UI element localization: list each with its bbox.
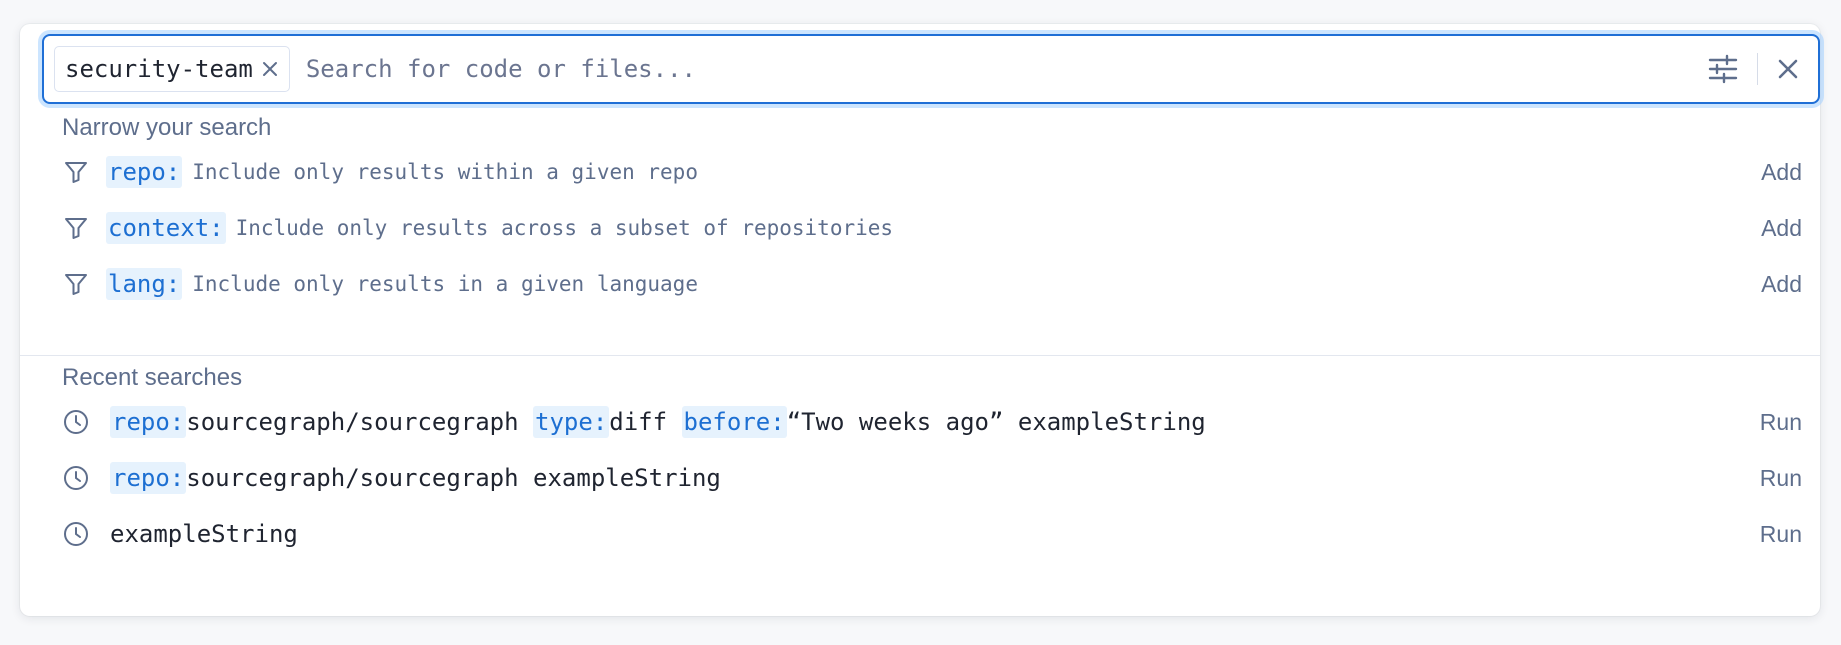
clock-icon xyxy=(62,520,90,548)
filter-keyword: context: xyxy=(106,212,226,244)
filter-description: Include only results within a given repo xyxy=(192,160,698,184)
narrow-item-lang[interactable]: lang: Include only results in a given la… xyxy=(62,261,1802,307)
clear-search-close-icon[interactable] xyxy=(1776,57,1800,81)
add-filter-button[interactable]: Add xyxy=(1761,271,1802,298)
section-divider xyxy=(20,355,1820,356)
narrow-item-repo[interactable]: repo: Include only results within a give… xyxy=(62,149,1802,195)
clock-icon xyxy=(62,464,90,492)
run-search-button[interactable]: Run xyxy=(1760,465,1802,492)
query-text: exampleString xyxy=(110,520,298,548)
query-text: “Two weeks ago” exampleString xyxy=(786,408,1206,436)
context-chip-label: security-team xyxy=(65,55,253,83)
run-search-button[interactable]: Run xyxy=(1760,409,1802,436)
recent-section-title: Recent searches xyxy=(62,364,243,391)
filter-keyword: lang: xyxy=(106,268,183,300)
add-filter-button[interactable]: Add xyxy=(1761,159,1802,186)
add-filter-button[interactable]: Add xyxy=(1761,215,1802,242)
filter-description: Include only results in a given language xyxy=(192,272,698,296)
filter-icon xyxy=(62,215,90,241)
query-keyword: repo: xyxy=(110,462,187,494)
close-icon[interactable] xyxy=(261,60,279,78)
search-input[interactable] xyxy=(305,46,1707,92)
narrow-section-title: Narrow your search xyxy=(62,114,272,141)
query-keyword: type: xyxy=(533,406,610,438)
toolbar-divider xyxy=(1757,53,1758,85)
filter-icon xyxy=(62,159,90,185)
run-search-button[interactable]: Run xyxy=(1760,521,1802,548)
context-chip[interactable]: security-team xyxy=(54,46,290,92)
search-dropdown-panel: security-team Search for code or files..… xyxy=(20,24,1820,616)
query-text: sourcegraph/sourcegraph exampleString xyxy=(186,464,721,492)
query-text: diff xyxy=(609,408,682,436)
recent-search-item[interactable]: repo: sourcegraph/sourcegraph type: diff… xyxy=(62,399,1802,445)
filter-keyword: repo: xyxy=(106,156,183,188)
query-keyword: before: xyxy=(681,406,787,438)
clock-icon xyxy=(62,408,90,436)
search-bar[interactable]: security-team xyxy=(42,34,1820,104)
recent-search-item[interactable]: repo: sourcegraph/sourcegraph exampleStr… xyxy=(62,455,1802,501)
sliders-icon[interactable] xyxy=(1707,54,1739,84)
filter-description: Include only results across a subset of … xyxy=(235,216,894,240)
recent-search-item[interactable]: exampleString Run xyxy=(62,511,1802,557)
filter-icon xyxy=(62,271,90,297)
query-keyword: repo: xyxy=(110,406,187,438)
query-text: sourcegraph/sourcegraph xyxy=(186,408,534,436)
narrow-item-context[interactable]: context: Include only results across a s… xyxy=(62,205,1802,251)
